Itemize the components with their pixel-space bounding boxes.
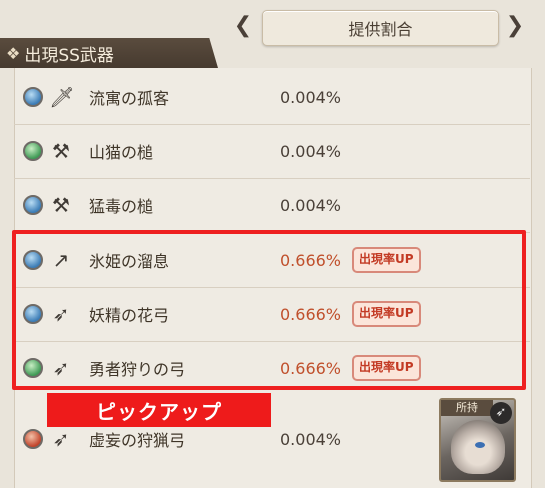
water-element-icon xyxy=(23,195,43,215)
hammer-icon: ⚒ xyxy=(52,193,70,217)
list-item[interactable]: ⚒ 山猫の槌 0.004% xyxy=(14,124,530,179)
section-header: ❖ 出現SS武器 xyxy=(0,38,218,68)
wind-element-icon xyxy=(23,141,43,161)
weapon-name: 流寓の孤客 xyxy=(89,89,170,108)
prev-arrow-icon[interactable]: ❮ xyxy=(233,12,253,40)
section-ornament-icon: ❖ xyxy=(6,43,21,63)
bow-icon: ➶ xyxy=(52,427,70,451)
pickup-highlight-box xyxy=(12,230,526,390)
water-element-icon xyxy=(23,87,43,107)
weapon-name: 猛毒の槌 xyxy=(89,197,154,216)
next-arrow-icon[interactable]: ❯ xyxy=(505,12,525,40)
owned-character-thumbnail[interactable]: 所持 ➶ xyxy=(439,398,516,482)
drop-rate: 0.004% xyxy=(280,195,342,215)
section-title: 出現SS武器 xyxy=(24,45,114,66)
weapon-name: 山猫の槌 xyxy=(89,143,154,162)
pickup-label: ピックアップ xyxy=(47,393,271,427)
weapon-name: 虚妄の狩猟弓 xyxy=(89,431,186,450)
tab-drop-rates[interactable]: 提供割合 xyxy=(262,10,499,46)
drop-rate: 0.004% xyxy=(280,141,342,161)
hammer-icon: ⚒ xyxy=(52,139,70,163)
bow-icon: ➶ xyxy=(490,402,512,424)
list-item[interactable]: ⚒ 猛毒の槌 0.004% xyxy=(14,178,530,233)
owned-label: 所持 xyxy=(441,400,493,416)
sword-icon: 🗡 xyxy=(49,85,75,109)
list-item[interactable]: 🗡 流寓の孤客 0.004% xyxy=(14,70,530,125)
fire-element-icon xyxy=(23,429,43,449)
drop-rate: 0.004% xyxy=(280,87,342,107)
drop-rate: 0.004% xyxy=(280,429,342,449)
character-eye xyxy=(475,442,485,448)
